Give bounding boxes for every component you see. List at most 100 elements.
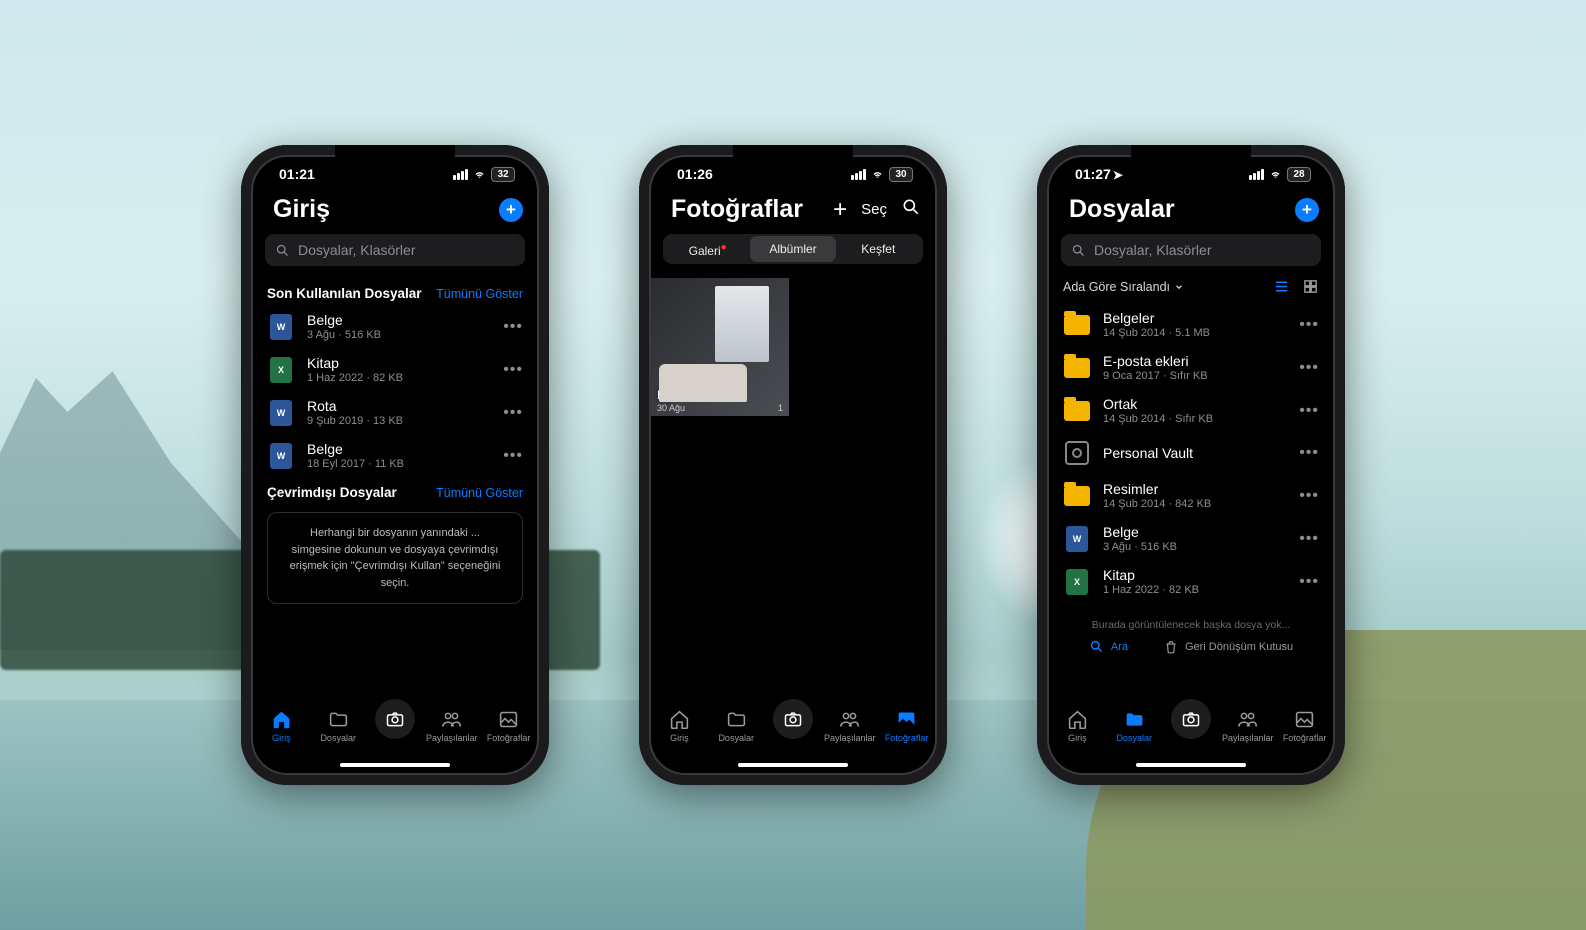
file-sub: 9 Oca 2017 · Sıfır KB [1103, 370, 1287, 382]
file-row[interactable]: XKitap1 Haz 2022 · 82 KB••• [1049, 560, 1333, 603]
album-name: Ev [657, 388, 671, 402]
file-row[interactable]: Ortak14 Şub 2014 · Sıfır KB••• [1049, 389, 1333, 432]
page-title: Dosyalar [1069, 195, 1175, 224]
tab-home[interactable]: Giriş [1049, 709, 1106, 743]
select-button[interactable]: Seç [861, 201, 887, 218]
search-action[interactable]: Ara [1089, 639, 1128, 654]
file-more-button[interactable]: ••• [503, 318, 523, 336]
trash-icon [1164, 640, 1178, 654]
folder-icon [1124, 709, 1145, 730]
search-input[interactable]: Dosyalar, Klasörler [265, 234, 525, 266]
file-name: Ortak [1103, 396, 1287, 412]
people-icon [1237, 709, 1258, 730]
file-row[interactable]: Belgeler14 Şub 2014 · 5.1 MB••• [1049, 303, 1333, 346]
tab-label: Dosyalar [718, 733, 754, 743]
tab-photos[interactable]: Fotoğraflar [1276, 709, 1333, 743]
home-indicator[interactable] [1136, 763, 1246, 767]
search-placeholder: Dosyalar, Klasörler [298, 242, 416, 258]
segmented-control: Galeri● Albümler Keşfet [663, 234, 923, 264]
file-more-button[interactable]: ••• [1299, 487, 1319, 505]
word-icon: W [1066, 526, 1088, 552]
home-icon [669, 709, 690, 730]
file-row[interactable]: W Belge18 Eyl 2017 · 11 KB ••• [253, 434, 537, 477]
file-name: Kitap [307, 355, 491, 371]
header: Dosyalar + [1049, 191, 1333, 228]
tab-files[interactable]: Dosyalar [310, 709, 367, 743]
file-row[interactable]: Resimler14 Şub 2014 · 842 KB ••• [1049, 474, 1333, 517]
tab-camera-scan[interactable] [1163, 699, 1220, 739]
file-more-button[interactable]: ••• [1299, 359, 1319, 377]
tab-home[interactable]: Giriş [651, 709, 708, 743]
home-icon [1067, 709, 1088, 730]
segment-albums[interactable]: Albümler [750, 236, 835, 262]
list-view-icon[interactable] [1273, 278, 1290, 295]
file-more-button[interactable]: ••• [1299, 573, 1319, 591]
file-more-button[interactable]: ••• [1299, 444, 1319, 462]
search-icon [901, 197, 921, 217]
folder-icon [1064, 315, 1090, 335]
tab-photos[interactable]: Fotoğraflar [878, 709, 935, 743]
show-all-recent[interactable]: Tümünü Göster [436, 287, 523, 301]
tab-camera-scan[interactable] [367, 699, 424, 739]
tab-label: Giriş [272, 733, 291, 743]
segment-explore[interactable]: Keşfet [836, 236, 921, 262]
sort-button[interactable]: Ada Göre Sıralandı [1063, 280, 1184, 294]
file-name: Resimler [1103, 481, 1287, 497]
file-name: Belge [307, 441, 491, 457]
file-row[interactable]: W Rota9 Şub 2019 · 13 KB ••• [253, 391, 537, 434]
notch [733, 145, 853, 171]
tab-files[interactable]: Dosyalar [1106, 709, 1163, 743]
add-button[interactable]: + [499, 198, 523, 222]
camera-icon [783, 709, 803, 729]
search-input[interactable]: Dosyalar, Klasörler [1061, 234, 1321, 266]
file-more-button[interactable]: ••• [1299, 402, 1319, 420]
tab-label: Fotoğraflar [1283, 733, 1327, 743]
signal-icon [453, 169, 468, 180]
file-row[interactable]: W Belge3 Ağu · 516 KB ••• [253, 305, 537, 348]
add-button[interactable]: + [1295, 198, 1319, 222]
tab-photos[interactable]: Fotoğraflar [480, 709, 537, 743]
tab-shared[interactable]: Paylaşılanlar [1219, 709, 1276, 743]
tab-shared[interactable]: Paylaşılanlar [423, 709, 480, 743]
file-more-button[interactable]: ••• [503, 447, 523, 465]
word-icon: W [270, 314, 292, 340]
tab-shared[interactable]: Paylaşılanlar [821, 709, 878, 743]
camera-icon [1181, 709, 1201, 729]
search-button[interactable] [901, 197, 921, 222]
file-more-button[interactable]: ••• [503, 404, 523, 422]
album-thumbnail[interactable]: Ev 30 Ağu 1 [651, 278, 789, 416]
home-indicator[interactable] [340, 763, 450, 767]
tab-files[interactable]: Dosyalar [708, 709, 765, 743]
location-icon: ➤ [1113, 168, 1123, 182]
tab-label: Fotoğraflar [885, 733, 929, 743]
segment-gallery[interactable]: Galeri● [665, 235, 750, 264]
show-all-offline[interactable]: Tümünü Göster [436, 486, 523, 500]
recycle-action[interactable]: Geri Dönüşüm Kutusu [1164, 639, 1293, 654]
phone-home: 01:21 32 Giriş + Dosyalar, Klasörler Son… [241, 145, 549, 785]
battery-icon: 32 [491, 167, 515, 182]
file-sub: 9 Şub 2019 · 13 KB [307, 415, 491, 427]
search-icon [1071, 243, 1086, 258]
tab-home[interactable]: Giriş [253, 709, 310, 743]
image-icon [1294, 709, 1315, 730]
notch [335, 145, 455, 171]
section-offline-title: Çevrimdışı Dosyalar [267, 485, 397, 500]
file-name: E-posta ekleri [1103, 353, 1287, 369]
page-title: Fotoğraflar [671, 195, 803, 224]
folder-icon [726, 709, 747, 730]
home-indicator[interactable] [738, 763, 848, 767]
tab-camera-scan[interactable] [765, 699, 822, 739]
add-button[interactable]: + [833, 196, 847, 224]
file-row[interactable]: X Kitap1 Haz 2022 · 82 KB ••• [253, 348, 537, 391]
file-more-button[interactable]: ••• [1299, 316, 1319, 334]
file-row[interactable]: E-posta ekleri9 Oca 2017 · Sıfır KB ••• [1049, 346, 1333, 389]
grid-view-icon[interactable] [1302, 278, 1319, 295]
file-more-button[interactable]: ••• [503, 361, 523, 379]
chevron-down-icon [1174, 282, 1184, 292]
file-row[interactable]: Personal Vault••• [1049, 432, 1333, 474]
signal-icon [1249, 169, 1264, 180]
file-more-button[interactable]: ••• [1299, 530, 1319, 548]
file-sub: 3 Ağu · 516 KB [307, 329, 491, 341]
file-sub: 14 Şub 2014 · 842 KB [1103, 498, 1287, 510]
file-row[interactable]: WBelge3 Ağu · 516 KB••• [1049, 517, 1333, 560]
